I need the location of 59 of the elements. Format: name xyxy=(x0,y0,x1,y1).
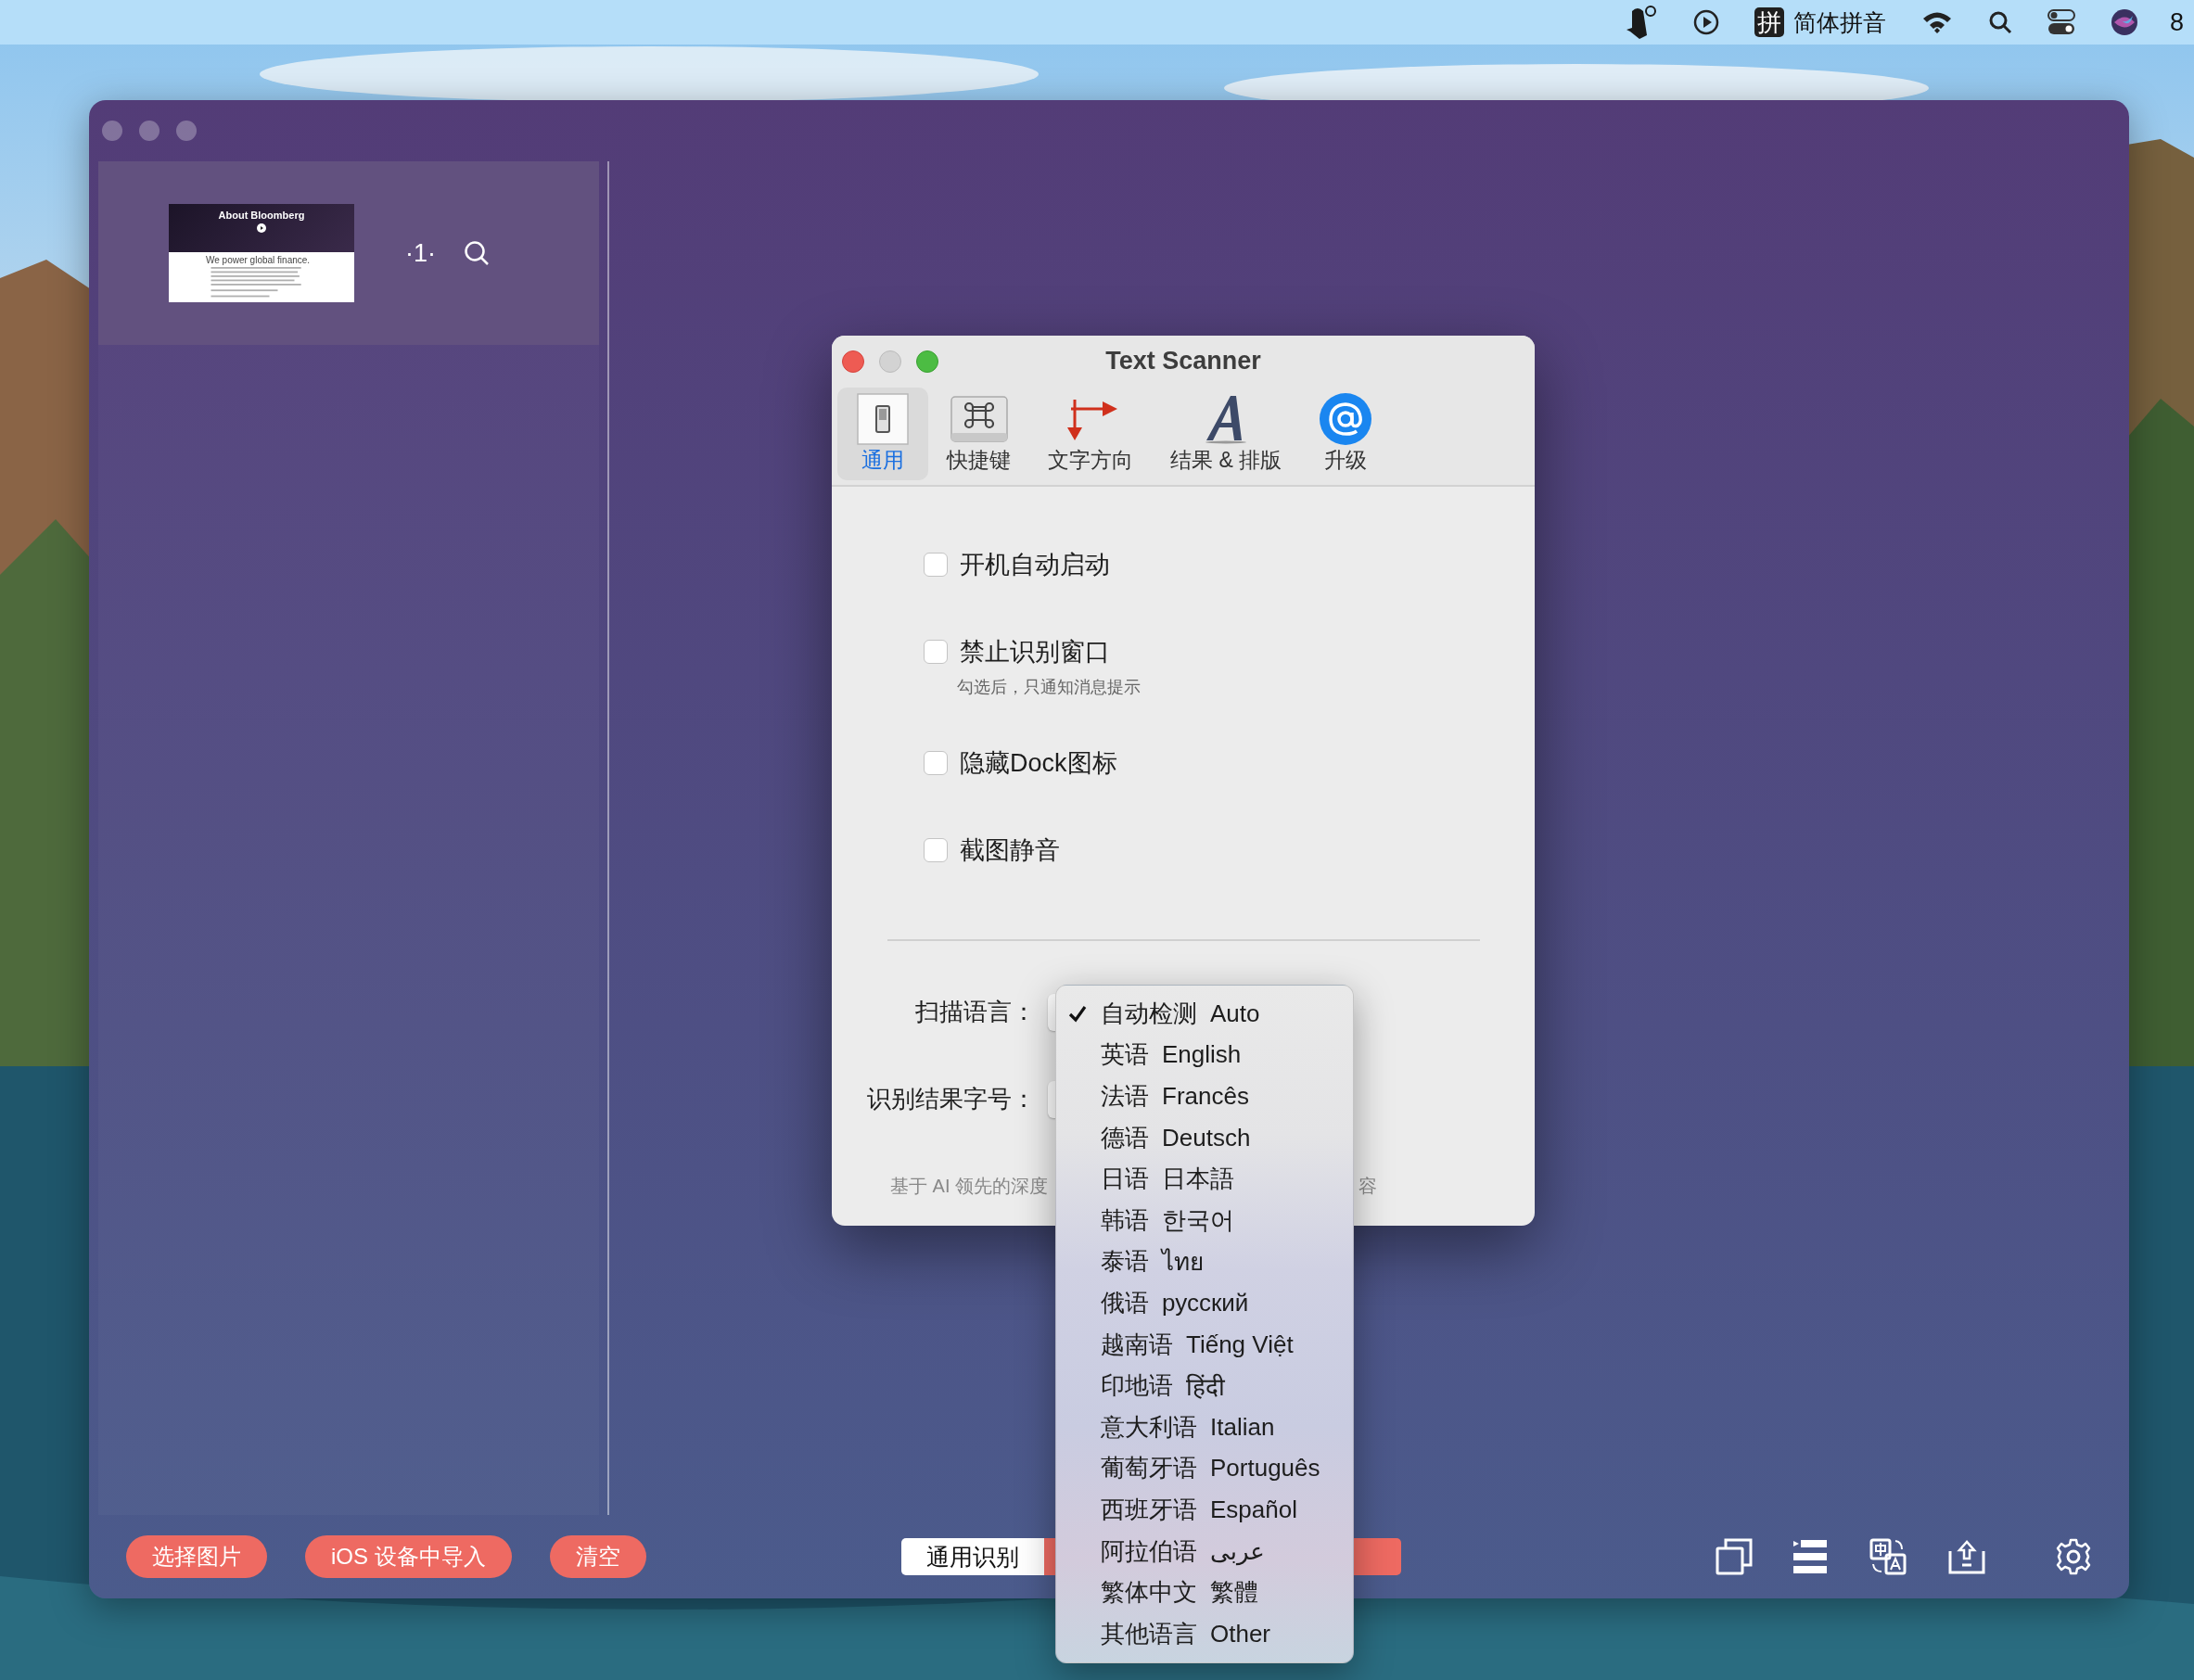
menu-item[interactable]: 德语 Deutsch xyxy=(1056,1116,1353,1159)
menu-item[interactable]: 其他语言 Other xyxy=(1056,1612,1353,1655)
figure-icon[interactable] xyxy=(1625,4,1658,41)
menu-item[interactable]: 泰语 ไทย xyxy=(1056,1241,1353,1283)
play-icon[interactable] xyxy=(1693,9,1719,35)
checkbox-label[interactable]: 截图静音 xyxy=(960,834,1060,867)
translate-icon[interactable] xyxy=(1869,1538,1907,1575)
switch-icon xyxy=(856,391,910,446)
description-text: 容 xyxy=(1358,1174,1377,1198)
play-icon xyxy=(257,223,266,233)
search-icon[interactable] xyxy=(464,240,490,266)
menu-item[interactable]: 繁体中文 繁體 xyxy=(1056,1572,1353,1613)
checkbox-label[interactable]: 开机自动启动 xyxy=(960,548,1110,581)
menu-item[interactable]: 西班牙语 Español xyxy=(1056,1489,1353,1531)
menu-item[interactable]: 印地语 हिंदी xyxy=(1056,1365,1353,1406)
checkbox-label[interactable]: 隐藏Dock图标 xyxy=(960,746,1117,780)
page-number: ·1· xyxy=(405,238,436,268)
checkbox[interactable] xyxy=(924,751,948,775)
checkbox[interactable] xyxy=(924,838,948,862)
close-button[interactable] xyxy=(842,350,864,373)
input-method-badge[interactable]: 拼 xyxy=(1754,7,1784,37)
wifi-icon[interactable] xyxy=(1921,10,1953,34)
clock[interactable]: 8 xyxy=(2170,7,2194,37)
dialog-title: Text Scanner xyxy=(1105,347,1261,375)
menu-item[interactable]: 越南语 Tiếng Việt xyxy=(1056,1323,1353,1366)
zoom-button[interactable] xyxy=(916,350,938,373)
toolbar-tab[interactable]: 结果 & 排版 xyxy=(1152,388,1301,480)
thumbnail-title: About Bloomberg xyxy=(218,210,305,221)
share-icon[interactable] xyxy=(1947,1538,1986,1575)
at-sign-icon xyxy=(1319,391,1373,446)
menu-item[interactable]: 法语 Francês xyxy=(1056,1075,1353,1117)
thumbnail-item[interactable]: About Bloomberg We power global finance. ·1· xyxy=(98,161,599,345)
menu-item[interactable]: 俄语 русский xyxy=(1056,1282,1353,1324)
checkbox[interactable] xyxy=(924,553,948,577)
menu-item[interactable]: 韩语 한국어 xyxy=(1056,1199,1353,1241)
menu-item[interactable]: 英语 English xyxy=(1056,1034,1353,1076)
checkbox-label[interactable]: 禁止识别窗口 xyxy=(960,635,1110,668)
field-label: 识别结果字号： xyxy=(866,1084,1036,1114)
toolbar-tab[interactable]: 文字方向 xyxy=(1029,388,1152,480)
menu-item[interactable]: 葡萄牙语 Português xyxy=(1056,1447,1353,1490)
menu-item[interactable]: 自动检测 Auto xyxy=(1056,993,1353,1035)
menu-item[interactable]: 日语 日本語 xyxy=(1056,1158,1353,1200)
toolbar-tab[interactable]: 快捷键 xyxy=(928,388,1029,480)
list-icon[interactable] xyxy=(1793,1539,1829,1574)
search-icon[interactable] xyxy=(1988,10,2012,34)
command-key-icon xyxy=(950,395,1008,442)
checkbox[interactable] xyxy=(924,640,948,664)
menu-item[interactable]: 意大利语 Italian xyxy=(1056,1406,1353,1448)
copy-icon[interactable] xyxy=(1716,1538,1753,1575)
description-text: 基于 AI 领先的深度 xyxy=(890,1174,1048,1198)
segment-button[interactable]: 通用识别 xyxy=(900,1538,1044,1575)
hint-text: 勾选后，只通知消息提示 xyxy=(957,678,1142,696)
settings-icon[interactable] xyxy=(2055,1538,2092,1575)
field-label: 扫描语言： xyxy=(914,997,1036,1027)
input-method-label[interactable]: 简体拼音 xyxy=(1793,6,1886,38)
toggle-icon[interactable] xyxy=(2047,9,2075,35)
orb-icon[interactable] xyxy=(2111,8,2138,36)
toolbar-tab[interactable]: 升级 xyxy=(1300,388,1392,480)
thumbnail-heading: We power global finance. xyxy=(206,255,312,265)
